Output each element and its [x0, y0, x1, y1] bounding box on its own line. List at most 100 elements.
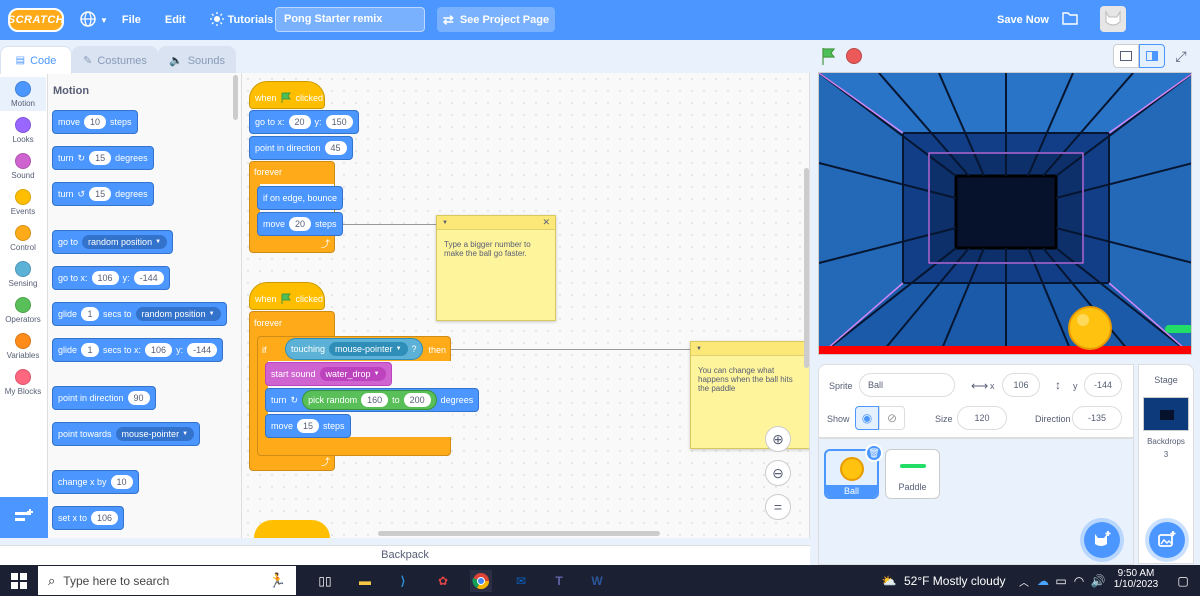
stop-button[interactable]	[846, 48, 862, 64]
move-steps-block[interactable]: move 10 steps	[52, 110, 138, 134]
script-area[interactable]: when clicked go to x: 20 y: 150 point in dir…	[242, 73, 810, 538]
palette-scrollbar[interactable]	[233, 75, 238, 120]
tab-sounds[interactable]: 🔈 Sounds	[158, 46, 236, 74]
add-extension-button[interactable]	[0, 497, 48, 538]
turn-left-block[interactable]: turn ↺ 15 degrees	[52, 182, 154, 206]
block-input[interactable]: 150	[325, 115, 353, 129]
turn-right-block[interactable]: turn ↻ 15 degrees	[52, 146, 154, 170]
start-sound-block[interactable]: start sound water_drop ▼	[265, 362, 392, 386]
block-input[interactable]: 10	[84, 115, 107, 129]
block-dropdown[interactable]: random position ▼	[135, 307, 221, 321]
block-input[interactable]: 200	[403, 393, 431, 407]
see-project-page-button[interactable]: ⇄ See Project Page	[437, 7, 555, 32]
y-input[interactable]: -144	[1084, 373, 1122, 397]
language-menu-button[interactable]: ▼	[80, 10, 108, 30]
project-title-input[interactable]: Pong Starter remix	[275, 7, 425, 32]
tab-code[interactable]: ▤ Code	[0, 46, 72, 74]
notification-icon[interactable]: ▢	[1172, 570, 1194, 592]
note-text[interactable]: You can change what happens when the bal…	[691, 356, 809, 403]
task-view-icon[interactable]: ▯▯	[314, 570, 336, 592]
block-input[interactable]: 90	[127, 391, 150, 405]
choose-sprite-button[interactable]	[1084, 522, 1120, 558]
show-sprite-button[interactable]: ◉	[855, 406, 879, 430]
zoom-in-button[interactable]: ⊕	[765, 426, 791, 452]
block-input[interactable]: 15	[89, 151, 112, 165]
stage-canvas[interactable]	[818, 72, 1192, 355]
chevron-down-icon[interactable]: ▼	[442, 220, 448, 226]
point-towards-block[interactable]: point towards mouse-pointer ▼	[52, 422, 201, 446]
weather-text[interactable]: 52°F Mostly cloudy	[904, 574, 1006, 588]
sprite-tile-paddle[interactable]: Paddle	[885, 449, 940, 499]
note-text[interactable]: Type a bigger number to make the ball go…	[437, 230, 555, 268]
avatar[interactable]	[1100, 6, 1126, 32]
block-input[interactable]: -144	[187, 343, 218, 357]
word-icon[interactable]: W	[586, 570, 608, 592]
block-dropdown[interactable]: mouse-pointer ▼	[115, 427, 195, 441]
category-sound[interactable]: Sound	[0, 149, 46, 183]
glide-xy-block[interactable]: glide 1 secs to x: 106 y: -144	[52, 338, 224, 362]
tab-costumes[interactable]: ✎ Costumes	[72, 46, 158, 74]
normal-stage-button[interactable]	[1139, 44, 1165, 68]
comment-note[interactable]: ▼ You can change what happens when the b…	[690, 341, 809, 449]
block-input[interactable]: 45	[324, 141, 347, 155]
category-events[interactable]: Events	[0, 185, 46, 219]
block-input[interactable]: 106	[91, 271, 119, 285]
block-dropdown[interactable]: mouse-pointer ▼	[329, 342, 408, 356]
block-input[interactable]: 15	[89, 187, 112, 201]
block-input[interactable]: 15	[297, 419, 320, 433]
chevron-down-icon[interactable]: ▼	[696, 346, 702, 352]
windows-start-button[interactable]	[8, 570, 30, 592]
save-now-button[interactable]: Save Now	[997, 14, 1049, 26]
block-input[interactable]: 20	[288, 115, 311, 129]
category-sensing[interactable]: Sensing	[0, 257, 46, 291]
glide-block[interactable]: glide 1 secs to random position ▼	[52, 302, 227, 326]
vertical-scrollbar[interactable]	[804, 168, 809, 368]
set-x-block[interactable]: set x to 106	[52, 506, 125, 530]
teams-icon[interactable]: T	[548, 570, 570, 592]
touching-block[interactable]: touching mouse-pointer ▼?	[285, 338, 423, 360]
block-input[interactable]: 106	[91, 511, 119, 525]
category-motion[interactable]: Motion	[0, 77, 46, 111]
comment-note[interactable]: ▼ ✕ Type a bigger number to make the ball…	[436, 215, 556, 321]
size-input[interactable]: 120	[957, 406, 1007, 430]
go-to-xy-block[interactable]: go to x: 106 y: -144	[52, 266, 170, 290]
my-stuff-folder-icon[interactable]	[1062, 11, 1078, 28]
block-dropdown[interactable]: random position ▼	[82, 235, 168, 249]
vscode-icon[interactable]: ⟩	[392, 570, 414, 592]
category-control[interactable]: Control	[0, 221, 46, 255]
change-x-block[interactable]: change x by 10	[52, 470, 139, 494]
green-flag-button[interactable]	[821, 47, 839, 68]
delete-sprite-button[interactable]: 🗑	[865, 444, 883, 462]
taskbar-search-box[interactable]: ⌕ Type here to search 🏃	[38, 566, 296, 595]
point-in-direction-block[interactable]: point in direction 45	[249, 136, 353, 160]
point-in-direction-block[interactable]: point in direction 90	[52, 386, 156, 410]
move-steps-block[interactable]: move 15 steps	[265, 414, 351, 438]
choose-backdrop-button[interactable]	[1149, 522, 1185, 558]
file-explorer-icon[interactable]: ▬	[354, 570, 376, 592]
if-on-edge-bounce-block[interactable]: if on edge, bounce	[257, 186, 344, 210]
small-stage-button[interactable]	[1113, 44, 1139, 68]
hide-sprite-button[interactable]: ⊘	[879, 406, 905, 430]
category-looks[interactable]: Looks	[0, 113, 46, 147]
category-operators[interactable]: Operators	[0, 293, 46, 327]
block-input[interactable]: 10	[110, 475, 133, 489]
turn-right-block[interactable]: turn ↻ pick random 160 to 200 degrees	[265, 388, 480, 412]
zoom-reset-button[interactable]: =	[765, 494, 791, 520]
block-input[interactable]: 160	[361, 393, 389, 407]
when-flag-clicked-hat[interactable]: when clicked	[249, 282, 325, 310]
go-to-block[interactable]: go to random position ▼	[52, 230, 174, 254]
event-hat-block[interactable]	[254, 520, 330, 538]
sprite-name-input[interactable]: Ball	[859, 373, 955, 397]
x-input[interactable]: 106	[1002, 373, 1040, 397]
tutorials-button[interactable]: Tutorials	[209, 11, 273, 29]
stage-selector[interactable]: Stage Backdrops 3	[1138, 364, 1194, 564]
move-steps-block[interactable]: move 20 steps	[257, 212, 343, 236]
category-my-blocks[interactable]: My Blocks	[0, 365, 46, 399]
go-to-xy-block[interactable]: go to x: 20 y: 150	[249, 110, 359, 134]
block-input[interactable]: 1	[81, 307, 100, 321]
when-flag-clicked-hat[interactable]: when clicked	[249, 81, 325, 109]
block-input[interactable]: 20	[289, 217, 312, 231]
outlook-icon[interactable]: ✉	[510, 570, 532, 592]
zoom-out-button[interactable]: ⊖	[765, 460, 791, 486]
horizontal-scrollbar[interactable]	[378, 531, 660, 536]
